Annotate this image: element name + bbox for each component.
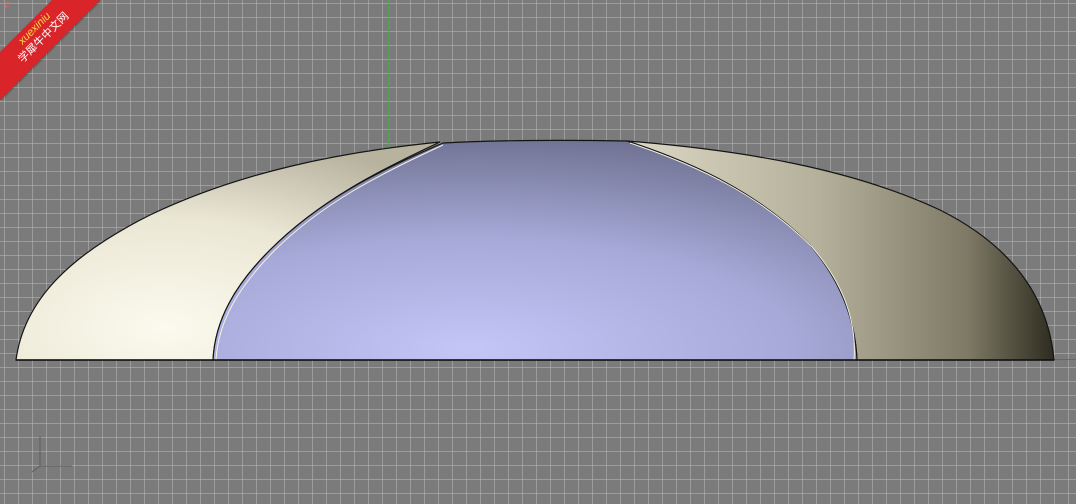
watermark-ribbon: F xuexiniu 学犀牛中文网: [0, 0, 100, 100]
axis-gizmo-icon: [31, 436, 72, 473]
perspective-viewport[interactable]: F xuexiniu 学犀牛中文网: [0, 0, 1076, 504]
watermark-band: xuexiniu 学犀牛中文网: [0, 0, 100, 100]
watermark-corner-text: F: [4, 1, 10, 11]
scene-canvas[interactable]: [0, 0, 1076, 504]
watermark-brand-latin: xuexiniu: [16, 10, 54, 48]
